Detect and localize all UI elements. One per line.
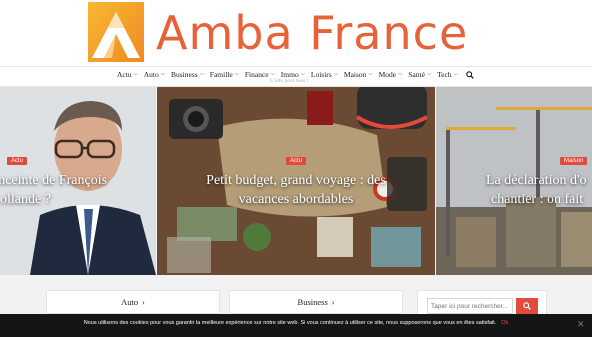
slide-title[interactable]: La déclaration d'o chantier : on fait [486,171,586,209]
site-header: Amba France [0,0,592,66]
slide-1[interactable]: Actu enceinte de François ollande ? [0,87,156,275]
nav-item-auto[interactable]: Auto ⌵ [144,70,165,79]
chevron-down-icon: ⌵ [426,71,432,77]
cookie-ok-button[interactable]: Ok [501,320,508,326]
slide-title[interactable]: enceinte de François ollande ? [0,171,107,209]
close-icon[interactable]: ✕ [577,319,585,330]
category-card-auto[interactable]: Auto › [46,290,220,314]
search-button[interactable] [516,298,538,314]
site-tagline: L'info pour tous ! [270,78,309,84]
chevron-down-icon: ⌵ [133,71,138,77]
nav-item-famille[interactable]: Famille ⌵ [210,70,239,79]
nav-item-maison[interactable]: Maison ⌵ [344,70,373,79]
chevron-right-icon: › [331,298,335,307]
chevron-down-icon: ⌵ [333,71,338,77]
chevron-down-icon: ⌵ [270,71,275,77]
chevron-down-icon: ⌵ [453,71,458,77]
logo-icon[interactable] [88,2,144,62]
search-icon [523,302,531,310]
category-badge[interactable]: Actu [7,157,28,165]
chevron-right-icon: › [142,298,145,307]
chevron-down-icon: ⌵ [300,71,305,77]
category-badge[interactable]: Maison [560,157,588,165]
chevron-down-icon: ⌵ [199,71,204,77]
search-icon[interactable] [465,70,474,79]
nav-item-loisirs[interactable]: Loisirs ⌵ [311,70,338,79]
category-card-business[interactable]: Business › [229,290,403,314]
nav-item-business[interactable]: Business ⌵ [171,70,204,79]
category-badge[interactable]: Actu [286,157,307,165]
chevron-down-icon: ⌵ [160,71,165,77]
slide-2[interactable]: Actu Petit budget, grand voyage : des va… [157,87,435,275]
slide-title[interactable]: Petit budget, grand voyage : des vacance… [157,171,435,209]
chevron-down-icon: ⌵ [398,71,403,77]
search-input[interactable] [427,298,513,314]
nav-item-tech[interactable]: Tech ⌵ [437,70,458,79]
site-title[interactable]: Amba France [156,3,468,63]
slide-3[interactable]: Maison La déclaration d'o chantier : on … [436,87,592,275]
nav-item-sante[interactable]: Santé ⌵ [408,70,431,79]
nav-item-actu[interactable]: Actu ⌵ [117,70,138,79]
cookie-message: Nous utilisons des cookies pour vous gar… [83,320,497,326]
chevron-down-icon: ⌵ [234,71,239,77]
nav-item-mode[interactable]: Mode ⌵ [379,70,403,79]
cookie-banner: Nous utilisons des cookies pour vous gar… [0,314,592,337]
chevron-down-icon: ⌵ [368,71,373,77]
